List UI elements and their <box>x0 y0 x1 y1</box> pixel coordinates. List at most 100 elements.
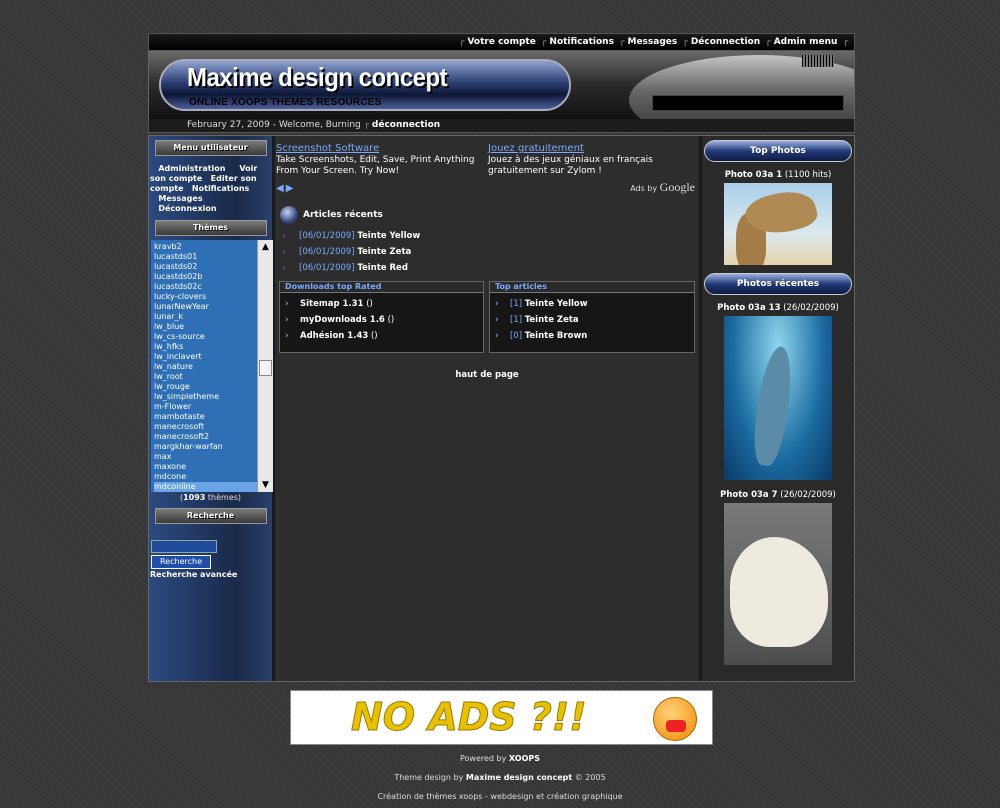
nav-separator: ┌ <box>540 37 547 47</box>
menu-notifications[interactable]: Notifications <box>192 184 249 193</box>
top-photos-title: Top Photos <box>704 140 852 162</box>
google-logo: Google <box>659 180 695 194</box>
theme-option[interactable]: mambotaste <box>154 412 273 422</box>
photo-title[interactable]: Photo 03a 7 <box>720 490 777 500</box>
top-articles: Top articles [1] Teinte Yellow [1] Teint… <box>489 281 695 353</box>
theme-option[interactable]: lw_blue <box>154 322 273 332</box>
photo-polar-bear[interactable] <box>724 503 832 665</box>
back-to-top-link[interactable]: haut de page <box>275 370 699 380</box>
article-title[interactable]: Teinte Zeta <box>525 315 579 325</box>
nav-deconnection[interactable]: Déconnection <box>691 37 760 47</box>
scroll-down-icon[interactable]: ▼ <box>258 478 273 492</box>
recent-photo2-caption: Photo 03a 7 (26/02/2009) <box>702 490 854 500</box>
article-date: [06/01/2009] <box>299 263 355 273</box>
theme-option[interactable]: lw_inclavert <box>154 352 273 362</box>
theme-option[interactable]: lucastds01 <box>154 252 273 262</box>
download-name[interactable]: Adhésion 1.43 <box>300 331 368 341</box>
theme-option[interactable]: lw_rouge <box>154 382 273 392</box>
theme-option[interactable]: lw_cs-source <box>154 332 273 342</box>
theme-option[interactable]: lunarNewYear <box>154 302 273 312</box>
footer-tagline: Création de thèmes xoops - webdesign et … <box>377 792 623 801</box>
theme-option[interactable]: lw_simpletheme <box>154 392 273 402</box>
banner-grill <box>802 55 834 67</box>
ads-by-google[interactable]: Ads by Google <box>630 180 695 195</box>
ad-nav-arrows-icon[interactable]: ◀▶ <box>276 183 295 194</box>
downloads-top-rated: Downloads top Rated Sitemap 1.31 () myDo… <box>279 281 484 353</box>
article-title[interactable]: Teinte Zeta <box>357 247 411 257</box>
nav-admin-menu[interactable]: Admin menu <box>774 37 838 47</box>
list-item[interactable]: › [06/01/2009] Teinte Zeta <box>283 244 420 260</box>
article-title[interactable]: Teinte Yellow <box>357 231 420 241</box>
theme-option[interactable]: lucastds02 <box>154 262 273 272</box>
photo-title[interactable]: Photo 03a 1 <box>725 170 782 180</box>
article-title[interactable]: Teinte Yellow <box>525 299 588 309</box>
list-item[interactable]: [1] Teinte Zeta <box>490 312 694 328</box>
list-item[interactable]: myDownloads 1.6 () <box>280 312 483 328</box>
theme-option[interactable]: lw_root <box>154 372 273 382</box>
search-button[interactable]: Recherche <box>151 555 211 569</box>
theme-credit: Theme design by Maxime design concept © … <box>0 773 1000 782</box>
download-name[interactable]: myDownloads 1.6 <box>300 315 385 325</box>
main-columns: Menu utilisateur Administration Voir son… <box>148 135 855 682</box>
no-ads-banner[interactable]: NO ADS ?!! <box>290 690 713 745</box>
nav-notifications[interactable]: Notifications <box>549 37 614 47</box>
welcome-text: Welcome, Burning <box>278 120 361 130</box>
site-logo-title[interactable]: Maxime design concept <box>187 62 448 93</box>
download-name[interactable]: Sitemap 1.31 <box>300 299 363 309</box>
theme-option[interactable]: max <box>154 452 273 462</box>
menu-messages[interactable]: Messages <box>158 194 202 203</box>
themes-listbox[interactable]: kravb2 lucastds01 lucastds02 lucastds02b luc… <box>151 240 273 492</box>
ad2-title[interactable]: Jouez gratuitement <box>488 142 688 155</box>
theme-option[interactable]: lunar_k <box>154 312 273 322</box>
powered-prefix: Powered by <box>459 754 507 763</box>
scroll-thumb[interactable] <box>259 360 272 376</box>
theme-option[interactable]: kravb2 <box>154 242 273 252</box>
theme-option[interactable]: mdconline <box>154 482 273 492</box>
theme-option[interactable]: lw_hfks <box>154 342 273 352</box>
ad-screenshot-software[interactable]: Screenshot Software Take Screenshots, Ed… <box>276 142 476 177</box>
list-item[interactable]: Adhésion 1.43 () <box>280 328 483 344</box>
photo-dolphin[interactable] <box>724 316 832 480</box>
theme-option[interactable]: lucastds02c <box>154 282 273 292</box>
logout-link[interactable]: déconnection <box>372 120 440 130</box>
nav-votre-compte[interactable]: Votre compte <box>467 37 535 47</box>
nav-messages[interactable]: Messages <box>628 37 678 47</box>
theme-option[interactable]: lucky-clovers <box>154 292 273 302</box>
list-item[interactable]: › [06/01/2009] Teinte Yellow <box>283 228 420 244</box>
article-date: [06/01/2009] <box>299 247 355 257</box>
article-title[interactable]: Teinte Brown <box>525 331 588 341</box>
menu-deconnexion[interactable]: Déconnexion <box>158 204 216 213</box>
listbox-scrollbar[interactable]: ▲ ▼ <box>257 240 273 492</box>
list-item[interactable]: [0] Teinte Brown <box>490 328 694 344</box>
theme-option[interactable]: mdcone <box>154 472 273 482</box>
list-item[interactable]: [1] Teinte Yellow <box>490 296 694 312</box>
smiley-mouth <box>666 720 686 732</box>
xoops-link[interactable]: XOOPS <box>509 754 540 763</box>
photo-title[interactable]: Photo 03a 13 <box>717 303 780 313</box>
bear-body <box>730 537 828 647</box>
designer-link[interactable]: Maxime design concept <box>466 773 572 782</box>
themes-title: Thèmes <box>154 220 267 236</box>
right-sidebar: Top Photos Photo 03a 1 (1100 hits) Photo… <box>699 136 854 681</box>
theme-option[interactable]: manecrosoft <box>154 422 273 432</box>
photo-date: (26/02/2009) <box>783 303 839 313</box>
theme-option[interactable]: margkhar-warfan <box>154 442 273 452</box>
ad-jouez-gratuitement[interactable]: Jouez gratuitement Jouez à des jeux géni… <box>488 142 688 177</box>
left-sidebar: Menu utilisateur Administration Voir son… <box>149 136 275 681</box>
photo-camel[interactable] <box>724 183 832 265</box>
theme-option[interactable]: manecrosoft2 <box>154 432 273 442</box>
theme-option[interactable]: lucastds02b <box>154 272 273 282</box>
ad1-title[interactable]: Screenshot Software <box>276 142 476 155</box>
recent-photos-title: Photos récentes <box>704 273 852 295</box>
article-count: [1] <box>510 315 523 325</box>
theme-option[interactable]: m-Flower <box>154 402 273 412</box>
article-title[interactable]: Teinte Red <box>357 263 408 273</box>
theme-option[interactable]: maxone <box>154 462 273 472</box>
advanced-search-link[interactable]: Recherche avancée <box>150 570 272 579</box>
list-item[interactable]: › [06/01/2009] Teinte Red <box>283 260 420 276</box>
list-item[interactable]: Sitemap 1.31 () <box>280 296 483 312</box>
scroll-up-icon[interactable]: ▲ <box>258 240 273 254</box>
menu-administration[interactable]: Administration <box>158 164 225 173</box>
theme-option[interactable]: lw_nature <box>154 362 273 372</box>
search-input[interactable] <box>151 540 217 553</box>
